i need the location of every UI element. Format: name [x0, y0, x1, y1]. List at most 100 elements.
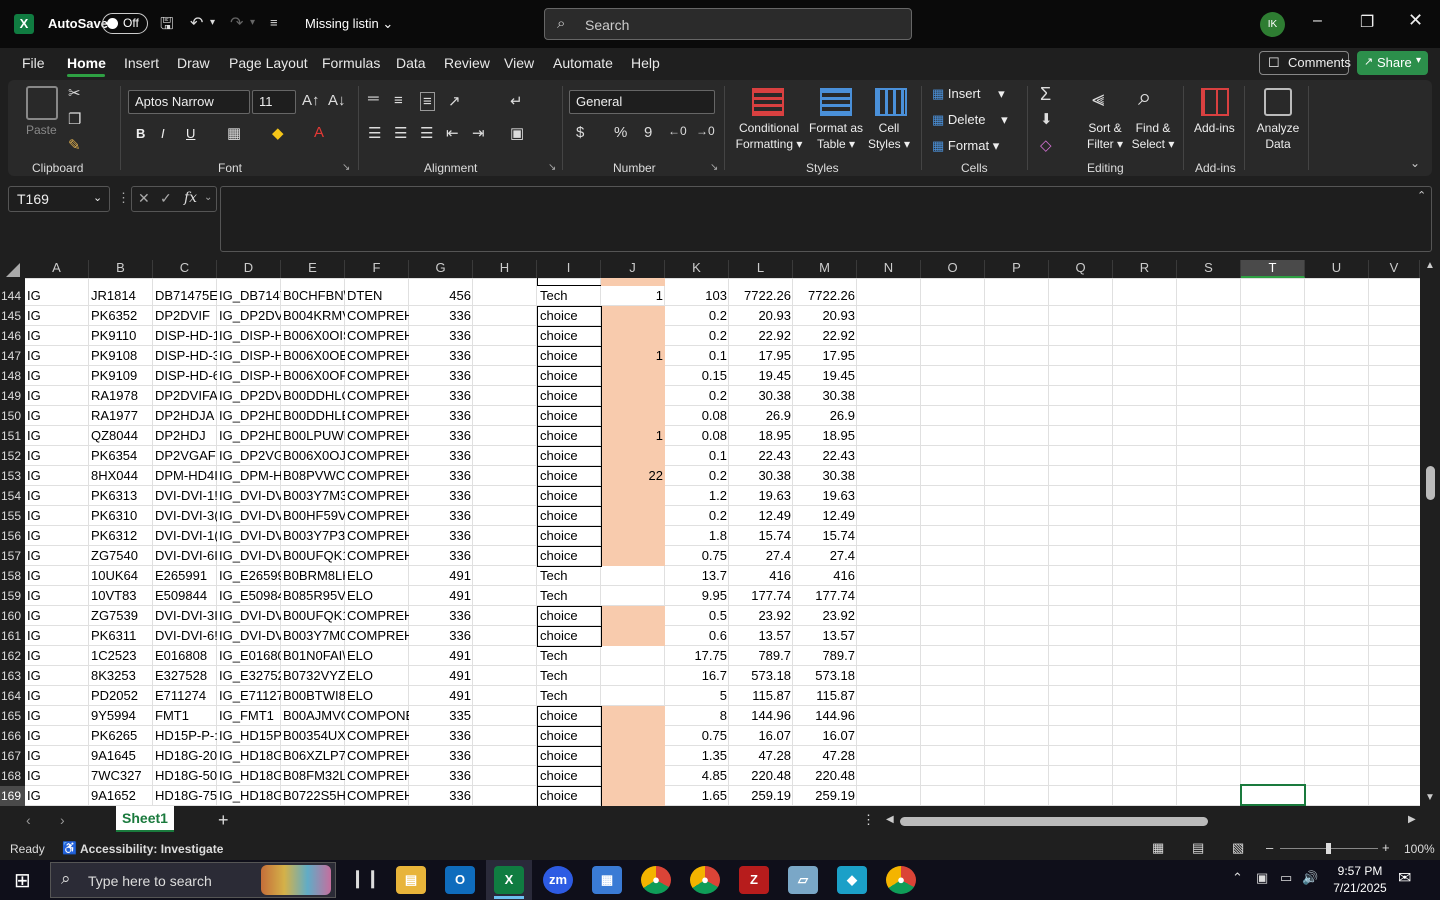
cell-l[interactable]: 17.95: [729, 346, 793, 366]
show-hidden-icons[interactable]: ⌃: [1232, 870, 1243, 886]
cell-e[interactable]: B00HF59V: [281, 506, 345, 526]
row-header[interactable]: 144: [0, 286, 25, 306]
cell-j[interactable]: [601, 646, 665, 666]
cell-l[interactable]: 19.45: [729, 366, 793, 386]
cell-l[interactable]: 12.49: [729, 506, 793, 526]
cell-b[interactable]: RA1978: [89, 386, 153, 406]
cell-g[interactable]: 335: [409, 706, 473, 726]
italic-button[interactable]: I: [161, 126, 165, 141]
find-select-icon[interactable]: ⌕: [1138, 84, 1151, 112]
cell-f[interactable]: COMPREH: [345, 346, 409, 366]
cell-e[interactable]: B006X0OB: [281, 346, 345, 366]
cell-k[interactable]: 0.1: [665, 346, 729, 366]
cell-c[interactable]: DVI-DVI-1!: [153, 486, 217, 506]
cell-d[interactable]: IG_HD15P-: [217, 726, 281, 746]
add-ins-button[interactable]: Add-ins: [1194, 120, 1235, 136]
clock-date[interactable]: 7/21/2025: [1330, 881, 1390, 895]
cell-f[interactable]: COMPREH: [345, 326, 409, 346]
cell-c[interactable]: DP2VGAF: [153, 446, 217, 466]
cell-m[interactable]: 12.49: [793, 506, 857, 526]
cell-g[interactable]: 491: [409, 686, 473, 706]
cell-i[interactable]: choice: [537, 506, 601, 526]
horizontal-scroll-thumb[interactable]: [900, 817, 1208, 826]
menu-formulas[interactable]: Formulas: [322, 55, 380, 71]
cell-i[interactable]: choice: [537, 786, 601, 806]
clear-icon[interactable]: ◇: [1040, 136, 1052, 154]
cell-i[interactable]: choice: [537, 466, 601, 486]
cell-g[interactable]: 336: [409, 486, 473, 506]
column-header-r[interactable]: R: [1113, 260, 1177, 278]
cell-a[interactable]: IG: [25, 526, 89, 546]
undo-dropdown-icon[interactable]: ▾: [210, 17, 215, 28]
cell-l[interactable]: 13.57: [729, 626, 793, 646]
add-sheet-icon[interactable]: +: [218, 810, 229, 831]
scroll-left-icon[interactable]: ◀: [886, 814, 894, 825]
comments-button[interactable]: ☐ Comments: [1259, 51, 1351, 75]
cell-k[interactable]: 5: [665, 686, 729, 706]
cell-b[interactable]: PK6265: [89, 726, 153, 746]
cell-k[interactable]: 0.5: [665, 606, 729, 626]
column-header-o[interactable]: O: [921, 260, 985, 278]
cell-l[interactable]: 16.07: [729, 726, 793, 746]
cell-j[interactable]: [601, 486, 665, 506]
column-header-j[interactable]: J: [601, 260, 665, 278]
cell-b[interactable]: 8HX044: [89, 466, 153, 486]
cell-j[interactable]: [601, 326, 665, 346]
cell-c[interactable]: DISP-HD-3: [153, 346, 217, 366]
cell-m[interactable]: 7722.26: [793, 286, 857, 306]
cell-g[interactable]: 336: [409, 446, 473, 466]
scroll-right-icon[interactable]: ▶: [1408, 814, 1416, 825]
cell-e[interactable]: B003Y7M3: [281, 486, 345, 506]
menu-review[interactable]: Review: [444, 55, 490, 71]
cell-i[interactable]: Tech: [537, 566, 601, 586]
cell-m[interactable]: 144.96: [793, 706, 857, 726]
row-header[interactable]: 162: [0, 646, 25, 666]
cell-m[interactable]: 19.63: [793, 486, 857, 506]
name-box[interactable]: T169 ⌄: [8, 186, 110, 212]
cell-e[interactable]: B003Y7P3I: [281, 526, 345, 546]
cell-k[interactable]: 13.7: [665, 566, 729, 586]
cell-k[interactable]: 0.2: [665, 466, 729, 486]
insert-cells-button[interactable]: ▦ Insert ▾: [932, 86, 1005, 102]
cell-d[interactable]: IG_E26599: [217, 566, 281, 586]
cell-i[interactable]: choice: [537, 726, 601, 746]
cell-g[interactable]: 336: [409, 326, 473, 346]
zoom-in-icon[interactable]: +: [1382, 840, 1390, 855]
cell-b[interactable]: RA1977: [89, 406, 153, 426]
cell-m[interactable]: 17.95: [793, 346, 857, 366]
decrease-indent-icon[interactable]: ⇤: [446, 124, 459, 142]
cell-k[interactable]: 9.95: [665, 586, 729, 606]
copy-icon[interactable]: ❐: [68, 110, 81, 128]
cell-b[interactable]: 10UK64: [89, 566, 153, 586]
taskbar-search[interactable]: ⌕ Type here to search: [50, 862, 336, 898]
cell-k[interactable]: 16.7: [665, 666, 729, 686]
cell-styles-button[interactable]: Cell Styles ▾: [864, 120, 914, 152]
cell-a[interactable]: IG: [25, 706, 89, 726]
cell-d[interactable]: IG_DP2VG.: [217, 446, 281, 466]
cell-i[interactable]: choice: [537, 606, 601, 626]
close-icon[interactable]: ✕: [1408, 10, 1423, 31]
cell-k[interactable]: 0.08: [665, 406, 729, 426]
cell-e[interactable]: B006X0OJ': [281, 446, 345, 466]
format-as-table-icon[interactable]: [820, 88, 852, 116]
cell-g[interactable]: 336: [409, 546, 473, 566]
row-header[interactable]: 149: [0, 386, 25, 406]
cell-a[interactable]: IG: [25, 546, 89, 566]
enter-icon[interactable]: ✓: [160, 190, 172, 207]
cell-a[interactable]: IG: [25, 426, 89, 446]
row-header[interactable]: 145: [0, 306, 25, 326]
cell-c[interactable]: DVI-DVI-6I: [153, 546, 217, 566]
cell-c[interactable]: DP2DVIFA: [153, 386, 217, 406]
accessibility-icon[interactable]: ♿: [62, 841, 77, 855]
cell-l[interactable]: 22.43: [729, 446, 793, 466]
cell-l[interactable]: 30.38: [729, 386, 793, 406]
cell-f[interactable]: ELO: [345, 666, 409, 686]
cell-f[interactable]: ELO: [345, 686, 409, 706]
row-header[interactable]: 167: [0, 746, 25, 766]
cell-a[interactable]: IG: [25, 446, 89, 466]
cell-b[interactable]: PK9110: [89, 326, 153, 346]
cell-e[interactable]: B00LPUWE: [281, 426, 345, 446]
comma-button[interactable]: 9: [644, 124, 652, 141]
cell-d[interactable]: IG_DVI-DV: [217, 526, 281, 546]
calculator-icon[interactable]: ▦: [592, 866, 622, 894]
